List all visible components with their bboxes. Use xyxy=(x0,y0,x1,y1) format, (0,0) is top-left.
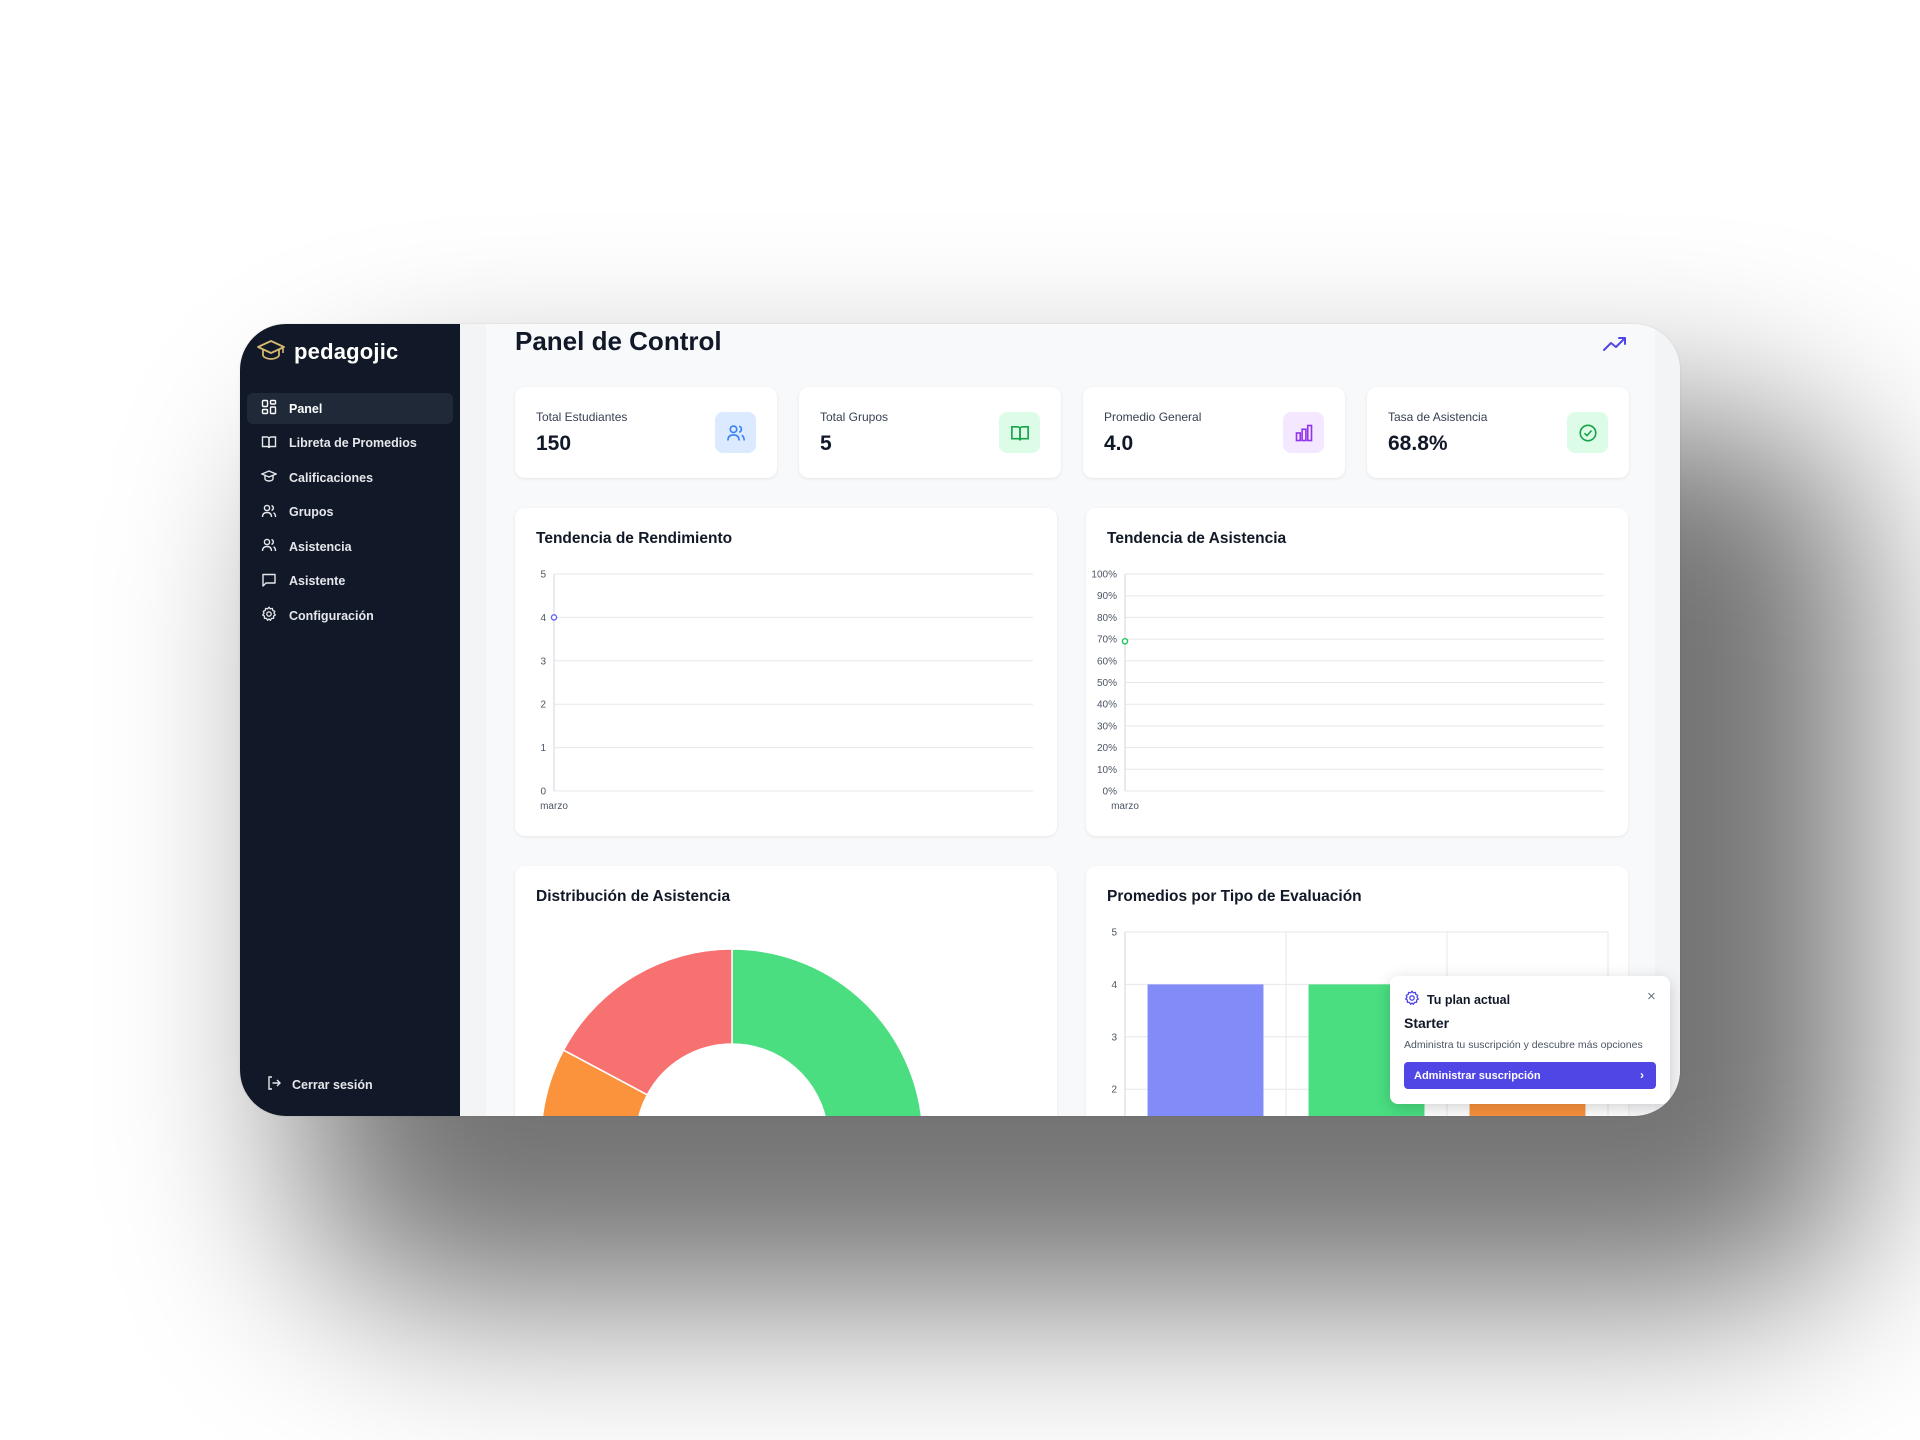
x-tick-label: marzo xyxy=(1111,801,1139,812)
button-label: Administrar suscripción xyxy=(1414,1069,1541,1082)
y-tick-label: 20% xyxy=(1097,743,1117,754)
y-tick-label: 90% xyxy=(1097,591,1117,602)
sidebar-item-libreta[interactable]: Libreta de Promedios xyxy=(247,428,453,459)
y-tick-label: 100% xyxy=(1091,570,1117,581)
chart-distribucion xyxy=(541,948,923,1116)
stat-value: 68.8% xyxy=(1388,432,1448,455)
settings-icon xyxy=(1404,990,1420,1009)
book-open-icon xyxy=(999,412,1040,453)
logout-label: Cerrar sesión xyxy=(292,1077,373,1092)
y-tick-label: 5 xyxy=(1111,928,1117,939)
popup-description: Administra tu suscripción y descubre más… xyxy=(1404,1039,1643,1051)
sidebar-item-label: Libreta de Promedios xyxy=(289,436,417,450)
stat-card-estudiantes: Total Estudiantes 150 xyxy=(515,387,777,478)
sidebar-item-label: Panel xyxy=(289,401,323,416)
y-tick-label: 30% xyxy=(1097,721,1117,732)
sidebar-item-label: Grupos xyxy=(289,505,334,519)
close-icon[interactable]: × xyxy=(1647,988,1656,1005)
sidebar-item-grupos[interactable]: Grupos xyxy=(247,497,453,528)
manage-subscription-button[interactable]: Administrar suscripción › xyxy=(1404,1062,1656,1089)
main-gutter xyxy=(460,324,486,1116)
popup-heading-text: Tu plan actual xyxy=(1427,992,1511,1007)
chart-rendimiento: 0 1 2 3 4 5 marzo xyxy=(540,570,1033,812)
sidebar-item-label: Asistencia xyxy=(289,539,352,554)
check-circle-icon xyxy=(1567,412,1608,453)
graduation-cap-icon xyxy=(260,468,278,487)
book-open-icon xyxy=(261,434,277,453)
sidebar-item-calificaciones[interactable]: Calificaciones xyxy=(247,462,453,493)
trending-up-icon[interactable] xyxy=(1602,334,1628,359)
page-title: Panel de Control xyxy=(515,326,722,356)
y-tick-label: 80% xyxy=(1097,613,1117,624)
y-tick-label: 1 xyxy=(540,743,546,754)
brand[interactable]: pedagojic xyxy=(256,336,399,368)
sidebar-item-label: Asistente xyxy=(289,574,346,588)
sidebar-item-label: Calificaciones xyxy=(289,470,374,485)
stat-value: 4.0 xyxy=(1104,432,1134,455)
panel-asistencia: Tendencia de Asistencia 0% 10% 20% 30% 40% 50… xyxy=(1086,508,1628,836)
y-tick-label: 0 xyxy=(540,787,546,798)
log-out-icon xyxy=(266,1075,282,1094)
panel-rendimiento: Tendencia de Rendimiento 0 1 2 3 4 5 marzo xyxy=(515,508,1057,836)
popup-heading: Tu plan actual xyxy=(1404,990,1510,1009)
y-tick-label: 70% xyxy=(1097,635,1117,646)
y-tick-label: 3 xyxy=(540,656,546,667)
stat-value: 150 xyxy=(536,432,572,455)
sidebar-item-configuracion[interactable]: Configuración xyxy=(247,600,453,631)
stat-card-asistencia: Tasa de Asistencia 68.8% xyxy=(1367,387,1629,478)
sidebar-nav: Panel Libreta de Promedios Calificacione… xyxy=(247,393,453,635)
sidebar-item-asistencia[interactable]: Asistencia xyxy=(247,531,453,562)
bar-chart-icon xyxy=(1283,412,1324,453)
sidebar-item-asistente[interactable]: Asistente xyxy=(247,566,453,597)
y-tick-label: 2 xyxy=(1111,1085,1117,1096)
sidebar: pedagojic Panel Libreta de Promedios Cal… xyxy=(240,324,460,1116)
panel-distribucion: Distribución de Asistencia xyxy=(515,866,1057,1116)
plan-popup: Tu plan actual × Starter Administra tu s… xyxy=(1390,976,1670,1104)
brand-name: pedagojic xyxy=(294,339,399,364)
y-tick-label: 0% xyxy=(1103,787,1118,798)
y-tick-label: 4 xyxy=(1111,980,1117,991)
message-square-icon xyxy=(261,572,277,591)
user-check-icon xyxy=(261,537,277,556)
settings-icon xyxy=(261,606,277,625)
y-tick-label: 60% xyxy=(1097,656,1117,667)
popup-plan-name: Starter xyxy=(1404,1015,1450,1031)
chevron-right-icon: › xyxy=(1640,1068,1644,1082)
stat-label: Promedio General xyxy=(1104,410,1202,424)
data-point xyxy=(550,614,558,621)
graduation-cap-icon xyxy=(256,339,286,366)
y-tick-label: 10% xyxy=(1097,765,1117,776)
stat-value: 5 xyxy=(820,432,832,455)
stat-card-promedio: Promedio General 4.0 xyxy=(1083,387,1345,478)
bar xyxy=(1147,984,1264,1116)
y-tick-label: 3 xyxy=(1111,1032,1117,1043)
stat-card-grupos: Total Grupos 5 xyxy=(799,387,1061,478)
stat-label: Total Estudiantes xyxy=(536,410,628,424)
y-tick-label: 4 xyxy=(540,613,546,624)
x-tick-label: marzo xyxy=(540,801,568,812)
sidebar-item-panel[interactable]: Panel xyxy=(247,393,453,424)
y-tick-label: 40% xyxy=(1097,700,1117,711)
chart-asistencia: 0% 10% 20% 30% 40% 50% 60% 70% 80% 90% 100% marzo xyxy=(1091,570,1604,812)
app-window: pedagojic Panel Libreta de Promedios Cal… xyxy=(240,324,1680,1116)
y-tick-label: 5 xyxy=(540,570,546,581)
y-tick-label: 2 xyxy=(540,700,546,711)
logout-button[interactable]: Cerrar sesión xyxy=(266,1075,373,1094)
data-point xyxy=(1121,637,1129,645)
users-icon xyxy=(715,412,756,453)
sidebar-item-label: Configuración xyxy=(289,608,374,623)
users-icon xyxy=(261,503,277,522)
stat-label: Tasa de Asistencia xyxy=(1388,410,1488,424)
y-tick-label: 50% xyxy=(1097,678,1117,689)
layout-dashboard-icon xyxy=(261,399,277,418)
stat-label: Total Grupos xyxy=(820,410,889,424)
